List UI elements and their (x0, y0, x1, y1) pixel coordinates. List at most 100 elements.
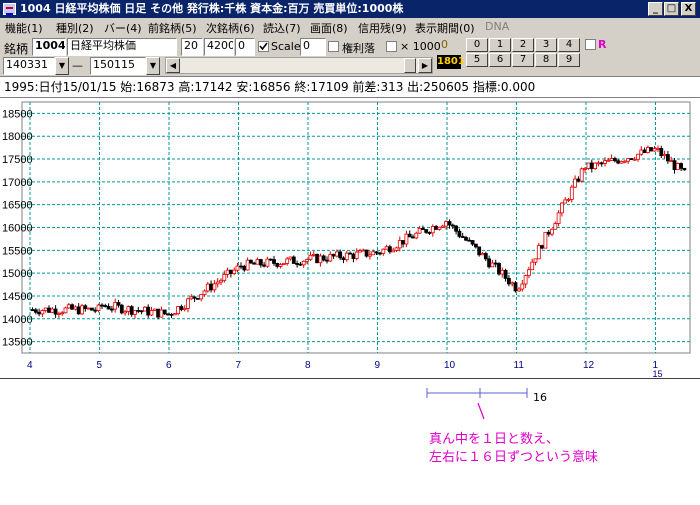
candle-body (381, 248, 386, 254)
date-from-dropdown[interactable]: ▼ (55, 57, 69, 75)
candle-body (278, 264, 283, 267)
candle-body (669, 160, 674, 163)
numpad-9[interactable]: 9 (558, 53, 580, 67)
candle-body (60, 312, 65, 315)
x-tick-label: 9 (375, 360, 381, 371)
minimize-button[interactable]: _ (648, 2, 663, 16)
candle-body (146, 306, 151, 316)
candle-body (609, 158, 614, 161)
menu-kinou[interactable]: 機能(1) (5, 20, 43, 36)
menu-load[interactable]: 読込(7) (263, 20, 301, 36)
candle-body (344, 252, 349, 261)
x-tick-label: 12 (583, 360, 595, 371)
candle-body (367, 254, 372, 257)
candle-body (348, 252, 353, 255)
candle-body (500, 269, 505, 275)
period-scrollbar[interactable]: ◀ ▶ (165, 57, 433, 74)
candle-body (553, 223, 558, 230)
symbol-name-field[interactable]: 日経平均株価 (67, 38, 177, 56)
menu-bar-type[interactable]: バー(4) (104, 20, 142, 36)
candle-body (57, 313, 61, 315)
candle-body (169, 313, 174, 316)
candle-body (136, 310, 141, 312)
candle-body (483, 253, 488, 260)
candle-body (268, 258, 273, 261)
dividend-checkbox[interactable] (328, 41, 339, 52)
y-tick-label: 14000 (2, 314, 33, 326)
menu-prev-symbol[interactable]: 前銘柄(5) (148, 20, 197, 36)
candle-body (510, 282, 515, 285)
candle-body (656, 148, 660, 150)
candle-body (401, 240, 406, 245)
symbol-code-input[interactable]: 1004 (32, 38, 66, 56)
candle-body (70, 304, 74, 310)
candle-body (232, 269, 237, 274)
param2-input[interactable]: 4200 (204, 38, 234, 56)
candle-body (427, 232, 432, 234)
candle-body (378, 252, 382, 255)
maximize-button[interactable]: □ (664, 2, 679, 16)
y-tick-label: 16000 (2, 223, 33, 235)
candle-body (675, 163, 680, 171)
candle-body (679, 163, 683, 169)
numpad-2[interactable]: 2 (512, 38, 534, 52)
candle-body (560, 202, 564, 214)
numpad-0[interactable]: 0 (466, 38, 488, 52)
candle-body (384, 246, 389, 250)
numpad-5[interactable]: 5 (466, 53, 488, 67)
range-days-label: 16 (533, 391, 547, 404)
menu-display-period[interactable]: 表示期間(0) (415, 20, 475, 36)
candle-body (195, 297, 200, 300)
close-button[interactable]: X (681, 2, 696, 16)
scroll-right-button[interactable]: ▶ (418, 58, 432, 73)
menu-dna[interactable]: DNA (485, 20, 509, 33)
candle-body (622, 160, 627, 163)
candle-body (301, 260, 306, 266)
numpad-7[interactable]: 7 (512, 53, 534, 67)
y-tick-label: 13500 (2, 337, 33, 349)
candle-body (358, 250, 362, 253)
candle-body (179, 306, 184, 310)
numpad-8[interactable]: 8 (535, 53, 557, 67)
candle-body (527, 269, 531, 276)
candle-body (159, 309, 164, 318)
candle-body (444, 221, 448, 227)
date-to-dropdown[interactable]: ▼ (146, 57, 160, 75)
candle-body (103, 305, 108, 307)
numpad-4[interactable]: 4 (558, 38, 580, 52)
scroll-thumb[interactable] (404, 58, 416, 73)
candle-body (464, 237, 468, 241)
scale-checkbox[interactable] (258, 41, 269, 52)
menu-margin[interactable]: 信用残(9) (358, 20, 407, 36)
candle-body (215, 281, 220, 285)
menu-shubetsu[interactable]: 種別(2) (56, 20, 94, 36)
numpad-6[interactable]: 6 (489, 53, 511, 67)
candle-body (530, 261, 535, 271)
menu-next-symbol[interactable]: 次銘柄(6) (206, 20, 255, 36)
candle-body (550, 228, 554, 235)
scale-value-input[interactable]: 0 (300, 38, 326, 56)
candle-body (318, 255, 323, 264)
candle-body (176, 306, 181, 315)
r-checkbox[interactable] (585, 39, 596, 50)
app-icon (3, 3, 16, 15)
window-title: 1004 日経平均株価 日足 その他 発行株:千株 資本金:百万 売買単位:10… (20, 2, 404, 15)
candle-body (569, 186, 574, 200)
candle-body (603, 160, 607, 164)
scroll-left-button[interactable]: ◀ (166, 58, 180, 73)
menu-screen[interactable]: 画面(8) (310, 20, 348, 36)
date-from-combo[interactable]: 140331 (3, 57, 55, 75)
candle-body (321, 255, 326, 261)
candle-body (110, 308, 114, 311)
param3-input[interactable]: 0 (235, 38, 255, 56)
numpad-3[interactable]: 3 (535, 38, 557, 52)
param1-input[interactable]: 20 (181, 38, 203, 56)
candle-body (113, 302, 118, 310)
candle-body (682, 167, 687, 171)
date-to-combo[interactable]: 150115 (90, 57, 146, 75)
x1000-checkbox[interactable] (386, 41, 397, 52)
candle-body (328, 253, 333, 262)
numpad-1[interactable]: 1 (489, 38, 511, 52)
candle-body (593, 162, 597, 169)
price-chart-panel[interactable]: 13500 14000 14500 15000 15500 16000 16500 17000… (0, 98, 700, 379)
